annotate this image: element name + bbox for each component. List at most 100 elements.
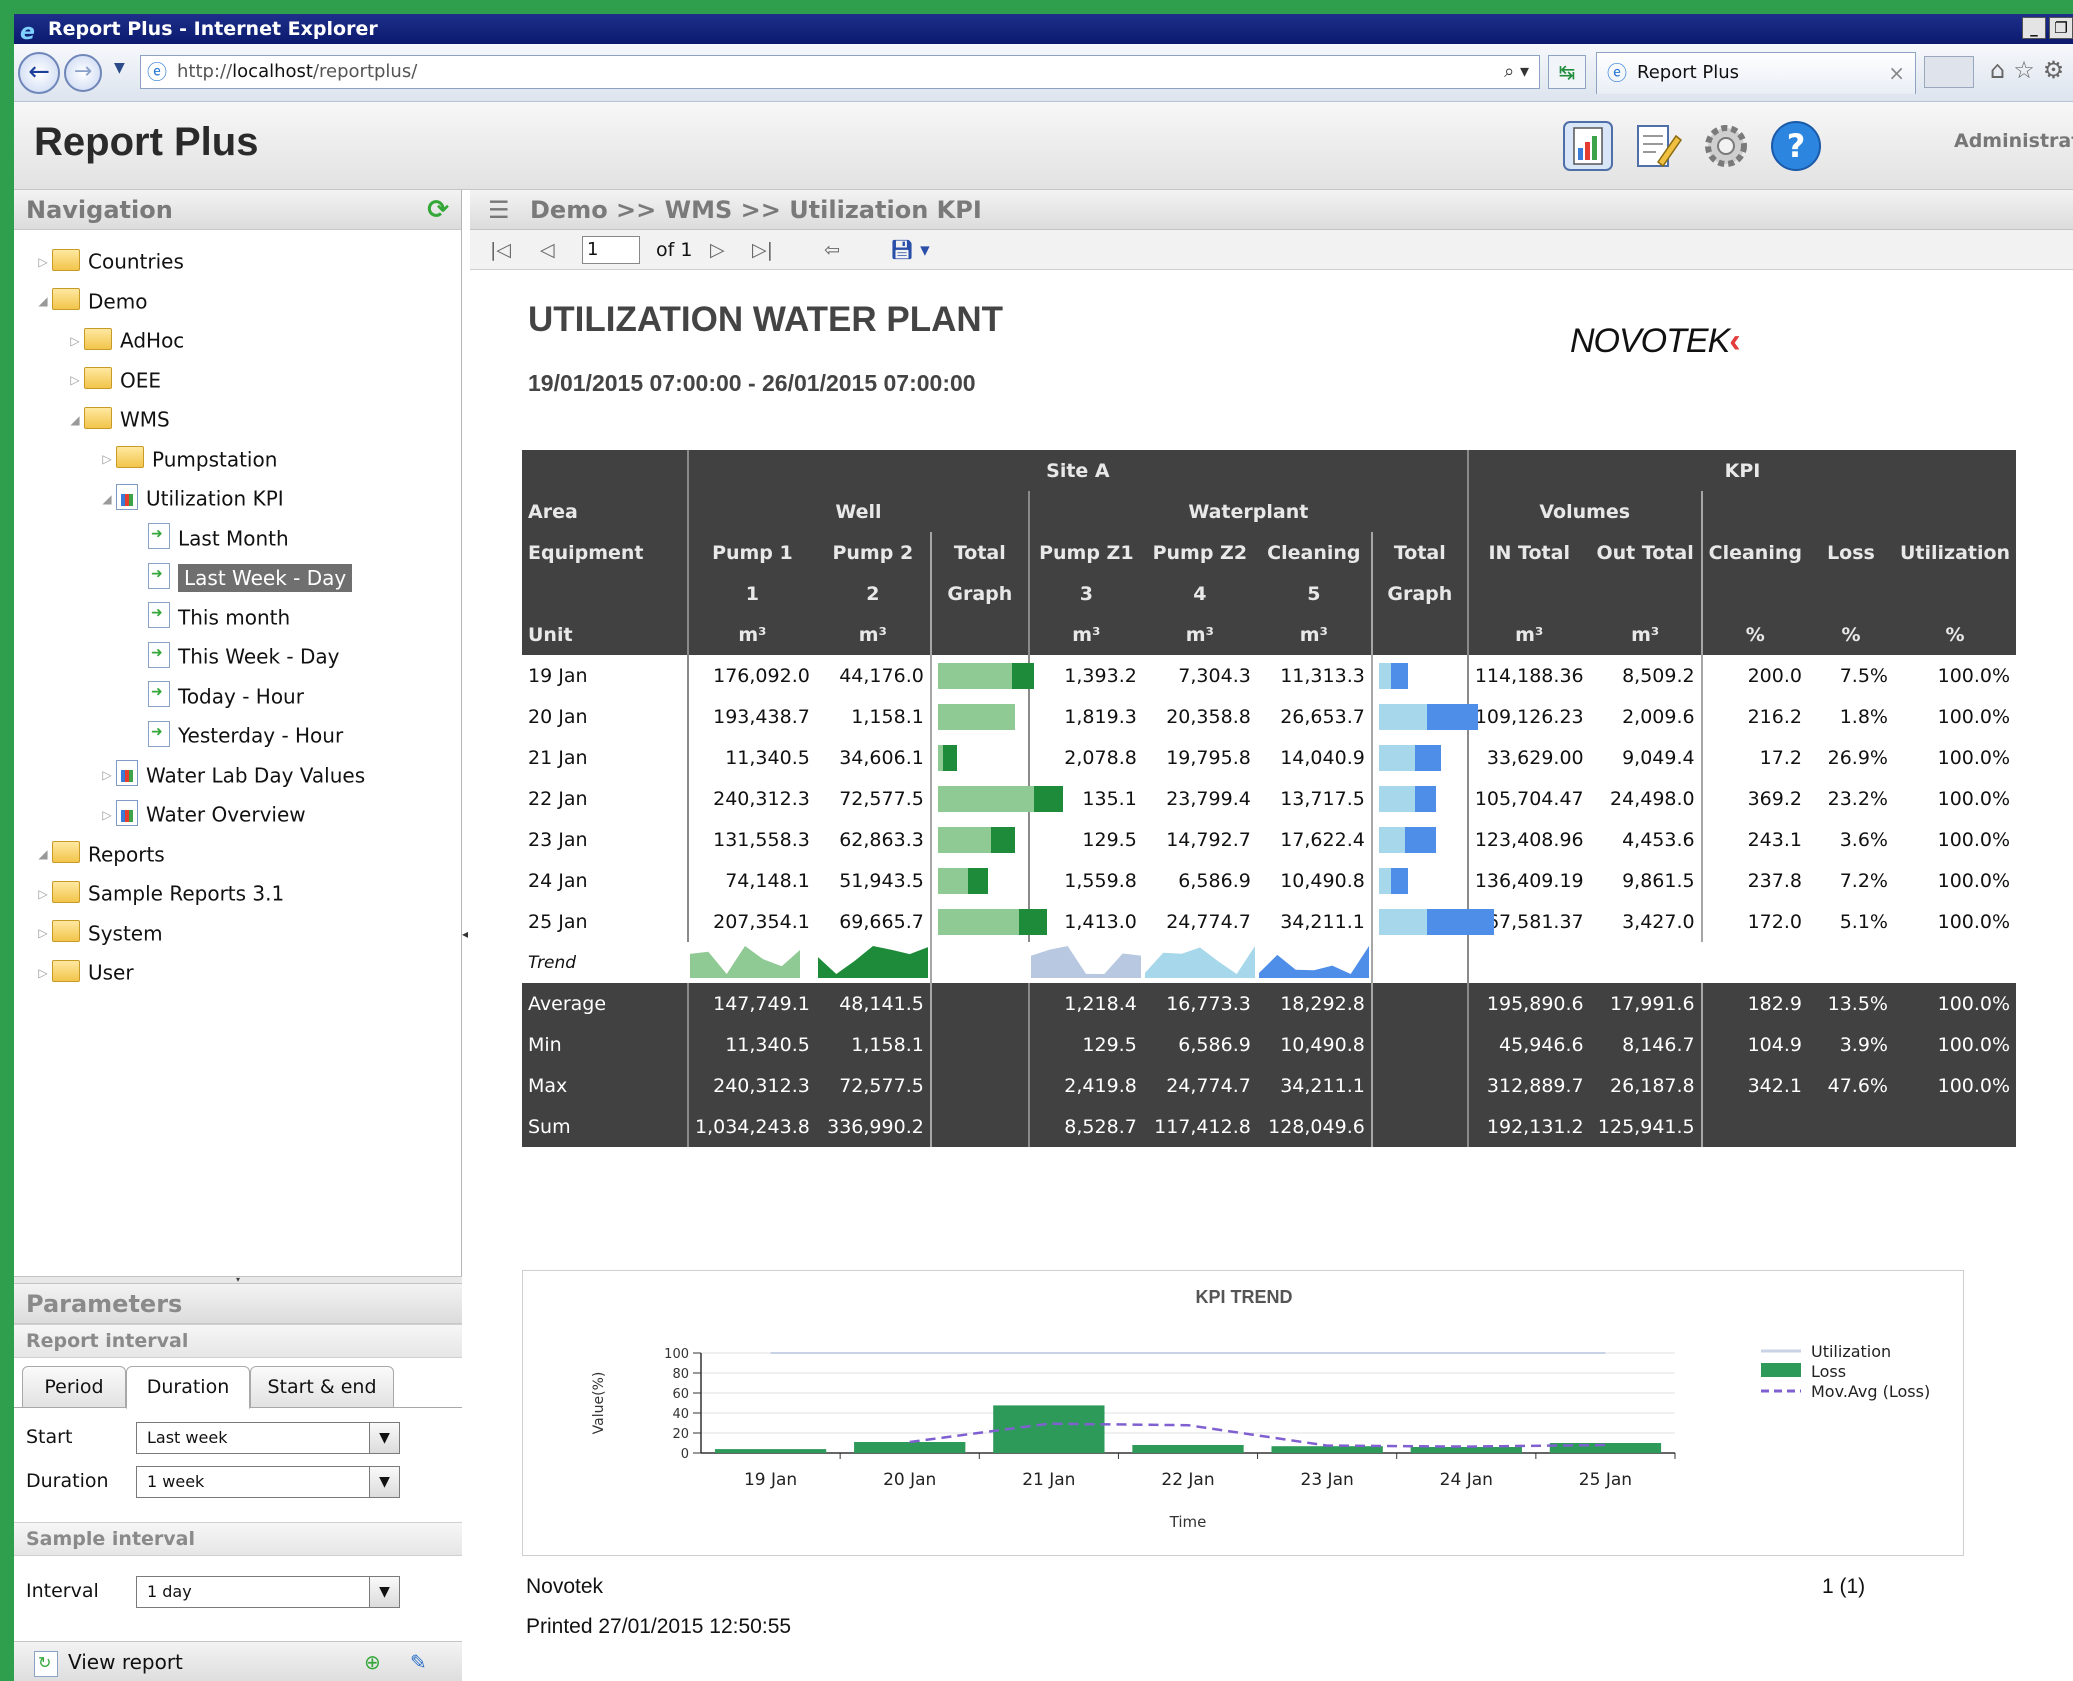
interval-select[interactable]: 1 day ▼ xyxy=(136,1576,400,1608)
collapse-arrow-icon[interactable]: ◢ xyxy=(34,283,52,319)
expand-arrow-icon[interactable]: ▷ xyxy=(98,797,116,833)
user-name[interactable]: Administrato xyxy=(1954,130,2073,152)
tree-node[interactable]: ▷ AdHoc xyxy=(66,321,184,357)
expand-arrow-icon[interactable]: ▷ xyxy=(98,757,116,793)
menu-icon[interactable]: ☰ xyxy=(488,190,510,230)
tree-node[interactable]: This Week - Day xyxy=(130,637,339,673)
duration-select[interactable]: 1 week ▼ xyxy=(136,1466,400,1498)
expand-arrow-icon[interactable]: ▷ xyxy=(34,876,52,912)
pane-splitter[interactable]: ▾ xyxy=(14,1276,462,1284)
bar-segment-dark xyxy=(967,867,989,894)
report-icon xyxy=(116,760,138,786)
chevron-down-icon[interactable]: ▼ xyxy=(369,1577,399,1607)
forward-button[interactable]: → xyxy=(64,54,102,92)
tab-start-end[interactable]: Start & end xyxy=(250,1366,394,1408)
report-edit-icon[interactable] xyxy=(1628,118,1684,174)
tree-node[interactable]: This month xyxy=(130,598,290,634)
tree-node[interactable]: Today - Hour xyxy=(130,677,304,713)
tree-node[interactable]: ▷ Countries xyxy=(34,242,184,278)
total-graph-bar xyxy=(1378,744,1461,771)
tree-node[interactable]: ▷ User xyxy=(34,953,134,989)
expand-arrow-icon[interactable]: ▷ xyxy=(66,362,84,398)
tree-node[interactable]: ◢ Reports xyxy=(34,835,165,871)
stat-value: 336,990.2 xyxy=(815,1106,931,1147)
tree-node[interactable]: ▷ Water Overview xyxy=(98,795,306,831)
parameters-pane: Parameters Report interval Period Durati… xyxy=(14,1284,462,1681)
tools-gear-icon[interactable]: ⚙ xyxy=(2043,56,2073,84)
loss-bar xyxy=(1271,1446,1383,1453)
first-page-icon[interactable]: |◁ xyxy=(490,230,511,270)
back-to-parent-icon[interactable]: ⇦ xyxy=(824,230,840,270)
page-number-input[interactable]: 1 xyxy=(582,236,640,264)
expand-arrow-icon[interactable]: ▷ xyxy=(34,915,52,951)
collapse-pane-icon[interactable]: ◂ xyxy=(462,914,470,954)
tab-period[interactable]: Period xyxy=(22,1366,126,1408)
back-button[interactable]: ← xyxy=(18,52,60,94)
kpi-table: Site A KPI Area Well Waterplant Volumes Equipm… xyxy=(522,450,2017,1147)
last-page-icon[interactable]: ▷| xyxy=(752,230,773,270)
help-icon[interactable]: ? xyxy=(1768,118,1824,174)
tree-node[interactable]: ▷ Sample Reports 3.1 xyxy=(34,874,284,910)
minimize-button[interactable]: _ xyxy=(2022,17,2046,39)
table-row: 1 2 Graph 3 4 5 Graph xyxy=(522,573,2017,614)
app-title: Report Plus xyxy=(34,120,259,164)
total-graph-cell xyxy=(929,696,1029,737)
loss-bar xyxy=(714,1449,827,1453)
column-header: Pump 1 xyxy=(687,532,816,573)
chevron-down-icon[interactable]: ▼ xyxy=(369,1467,399,1497)
new-report-icon[interactable]: ⊕ xyxy=(364,1642,381,1681)
view-report-button[interactable]: View report xyxy=(68,1650,183,1674)
stat-value: 240,312.3 xyxy=(687,1065,816,1106)
tree-node[interactable]: ▷ OEE xyxy=(66,361,161,397)
search-dropdown-icon[interactable]: ⌕ ▾ xyxy=(1504,56,1529,88)
link-icon xyxy=(148,523,170,549)
tree-node[interactable]: ◢ WMS xyxy=(66,400,170,436)
close-tab-icon[interactable]: × xyxy=(1888,53,1905,93)
restore-button[interactable]: ❐ xyxy=(2049,17,2073,39)
export-save-icon[interactable]: 💾︎ ▾ xyxy=(890,230,930,270)
browser-tab[interactable]: ⓔ Report Plus × xyxy=(1596,52,1916,94)
expand-arrow-icon[interactable]: ▷ xyxy=(98,441,116,477)
tree-node[interactable]: Last Month xyxy=(130,519,289,555)
address-input[interactable]: ⓔ http://localhost/reportplus/ ⌕ ▾ xyxy=(140,55,1540,89)
bar-segment-dark xyxy=(1390,662,1408,689)
refresh-icon[interactable]: ↹ xyxy=(1548,55,1586,89)
tree-node[interactable]: ▷ Pumpstation xyxy=(98,440,277,476)
start-select[interactable]: Last week ▼ xyxy=(136,1422,400,1454)
settings-gear-icon[interactable] xyxy=(1698,118,1754,174)
tree-node[interactable]: Yesterday - Hour xyxy=(130,716,343,752)
report-view-icon[interactable] xyxy=(1560,118,1616,174)
expand-arrow-icon[interactable]: ▷ xyxy=(34,955,52,991)
tree-node[interactable]: Last Week - Day xyxy=(130,558,353,594)
collapse-arrow-icon[interactable]: ◢ xyxy=(66,402,84,438)
collapse-arrow-icon[interactable]: ◢ xyxy=(98,481,116,517)
tree-node[interactable]: ◢ Utilization KPI xyxy=(98,479,284,515)
next-page-icon[interactable]: ▷ xyxy=(710,230,725,270)
stat-value: 104.9 xyxy=(1700,1024,1808,1065)
value-cell: 17.2 xyxy=(1700,737,1808,778)
refresh-tree-icon[interactable]: ⟳ xyxy=(427,190,449,230)
home-icon[interactable]: ⌂ xyxy=(1990,56,2013,84)
history-dropdown-icon[interactable]: ▼ xyxy=(114,60,125,76)
chevron-down-icon[interactable]: ▼ xyxy=(369,1423,399,1453)
favorites-star-icon[interactable]: ☆ xyxy=(2013,56,2043,84)
tree-node[interactable]: ◢ Demo xyxy=(34,282,147,318)
x-tick-label: 25 Jan xyxy=(1579,1470,1632,1490)
tab-duration[interactable]: Duration xyxy=(126,1366,250,1409)
expand-arrow-icon[interactable]: ▷ xyxy=(66,323,84,359)
pin-icon[interactable]: ✎ xyxy=(410,1642,427,1681)
previous-page-icon[interactable]: ◁ xyxy=(540,230,555,270)
collapse-arrow-icon[interactable]: ◢ xyxy=(34,836,52,872)
expand-arrow-icon[interactable]: ▷ xyxy=(34,244,52,280)
navigation-tree: ▷ Countries ◢ Demo ▷ AdHoc ▷ OEE ◢ WMS ▷ Pumpstatio… xyxy=(14,234,462,1274)
stat-value: 48,141.5 xyxy=(815,983,931,1024)
navigation-header: Navigation ⟳ xyxy=(14,190,461,230)
stat-value: 312,889.7 xyxy=(1466,1065,1590,1106)
bar-segment-dark xyxy=(1414,785,1437,812)
row-day: 20 Jan xyxy=(522,696,688,737)
new-tab-button[interactable] xyxy=(1924,56,1974,88)
trend-pumpz1 xyxy=(1028,942,1143,983)
tree-node[interactable]: ▷ Water Lab Day Values xyxy=(98,756,365,792)
tree-node[interactable]: ▷ System xyxy=(34,914,163,950)
sparkline-area xyxy=(1258,946,1369,978)
